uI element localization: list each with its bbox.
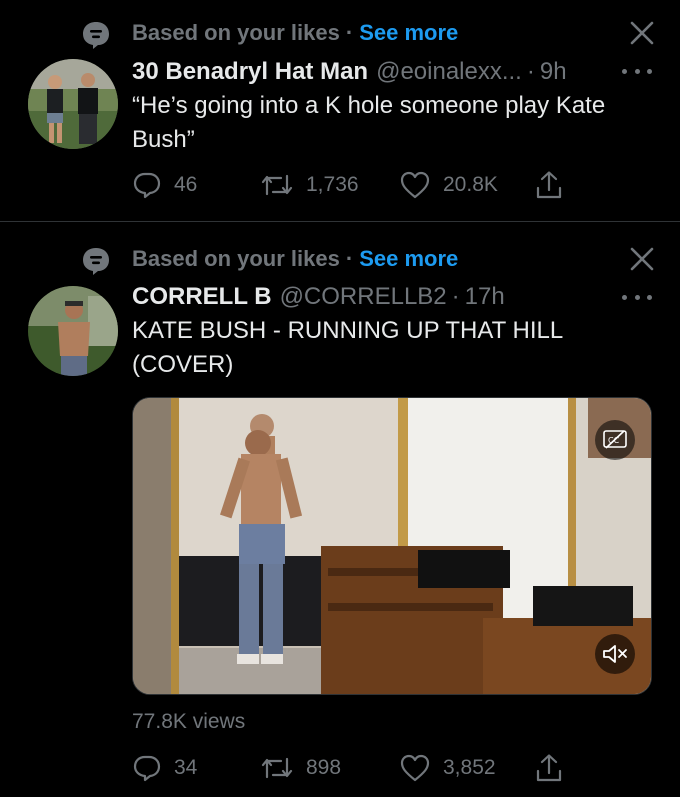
author-name[interactable]: CORRELL B	[132, 283, 272, 310]
tweet-card[interactable]: Based on your likes · See more 30 Benadryl…	[0, 0, 680, 222]
more-icon[interactable]	[622, 292, 652, 302]
retweet-icon	[261, 174, 293, 196]
more-icon[interactable]	[622, 66, 652, 76]
video-frame	[133, 398, 651, 694]
context-label: Based on your likes · See more	[132, 246, 458, 272]
muted-speaker-icon	[603, 645, 627, 663]
like-count: 3,852	[443, 756, 496, 779]
share-icon	[536, 754, 562, 782]
see-more-link[interactable]: See more	[359, 246, 458, 271]
tweet-actions: 34 898 3,852	[132, 752, 652, 784]
like-count: 20.8K	[443, 173, 498, 196]
context-separator: ·	[345, 246, 354, 271]
like-icon	[400, 171, 430, 199]
tweet-text: “He’s going into a K hole someone play K…	[132, 92, 606, 153]
tweet-header: 30 Benadryl Hat Man @eoinalexx... · 9h	[132, 58, 567, 90]
author-name[interactable]: 30 Benadryl Hat Man	[132, 58, 368, 85]
mute-button[interactable]	[595, 634, 635, 674]
see-more-link[interactable]: See more	[359, 20, 458, 45]
like-button[interactable]: 3,852	[399, 752, 496, 784]
author-handle[interactable]: @eoinalexx...	[376, 58, 522, 85]
close-icon[interactable]	[629, 20, 655, 46]
view-count: 77.8K views	[132, 710, 246, 733]
tweet-header: CORRELL B @CORRELLB2 · 17h	[132, 283, 505, 315]
context-separator: ·	[345, 20, 354, 45]
time-separator: ·	[451, 283, 460, 310]
author-handle[interactable]: @CORRELLB2	[280, 283, 447, 310]
reply-count: 46	[174, 173, 198, 196]
tweet-time[interactable]: 9h	[540, 58, 567, 85]
reply-icon	[133, 755, 161, 782]
captions-icon: CC	[603, 430, 627, 449]
tweet-divider	[0, 221, 680, 222]
reply-icon	[133, 172, 161, 199]
reply-count: 34	[174, 756, 198, 779]
context-text: Based on your likes	[132, 246, 340, 271]
avatar[interactable]	[28, 59, 118, 149]
retweet-button[interactable]: 1,736	[260, 169, 359, 201]
share-button[interactable]	[534, 169, 576, 201]
tweet-card[interactable]: Based on your likes · See more CORRELL B @C…	[0, 224, 680, 797]
tweet-time[interactable]: 17h	[465, 283, 505, 310]
retweet-count: 1,736	[306, 173, 359, 196]
avatar[interactable]	[28, 286, 118, 376]
share-icon	[536, 171, 562, 199]
like-button[interactable]: 20.8K	[399, 169, 498, 201]
like-icon	[400, 754, 430, 782]
context-label: Based on your likes · See more	[132, 20, 458, 46]
reply-button[interactable]: 34	[132, 752, 197, 784]
retweet-count: 898	[306, 756, 342, 779]
reply-button[interactable]: 46	[132, 169, 197, 201]
topic-bubble-icon	[83, 22, 109, 49]
context-text: Based on your likes	[132, 20, 340, 45]
captions-button[interactable]: CC	[595, 420, 635, 460]
time-separator: ·	[526, 58, 535, 85]
video-player[interactable]: CC	[132, 397, 652, 695]
tweet-actions: 46 1,736 20.8K	[132, 169, 652, 201]
share-button[interactable]	[534, 752, 576, 784]
retweet-button[interactable]: 898	[260, 752, 341, 784]
tweet-text: KATE BUSH - RUNNING UP THAT HILL (COVER)	[132, 317, 563, 378]
topic-bubble-icon	[83, 248, 109, 275]
close-icon[interactable]	[629, 246, 655, 272]
retweet-icon	[261, 757, 293, 779]
